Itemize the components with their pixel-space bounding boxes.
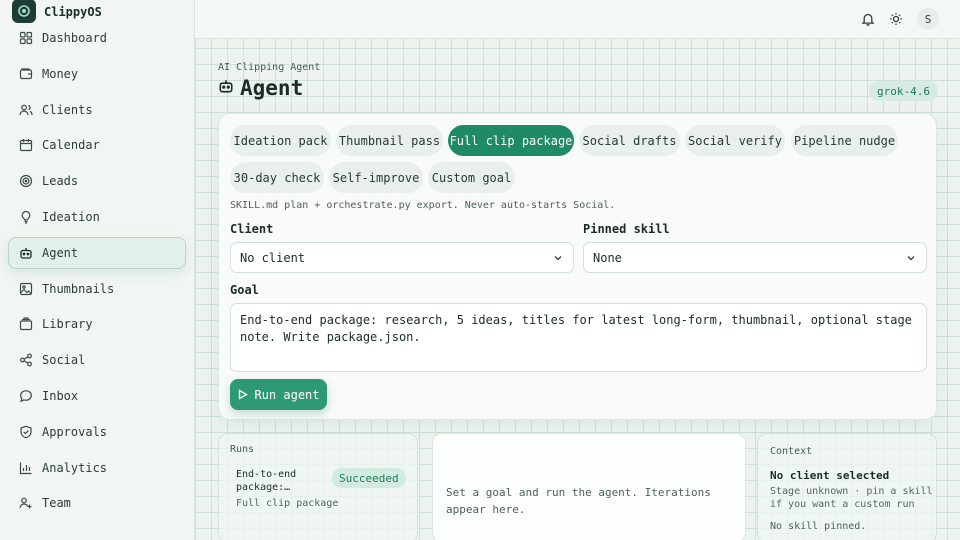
- sidebar-item-library[interactable]: Library: [8, 308, 186, 340]
- team-icon: [19, 496, 33, 510]
- sidebar-item-money[interactable]: Money: [8, 58, 186, 90]
- sidebar-item-label: Calendar: [42, 138, 100, 153]
- run-agent-label: Run agent: [254, 387, 320, 402]
- sidebar-item-label: Social: [42, 353, 86, 368]
- context-panel: Context No client selected Stage unknown…: [757, 433, 937, 540]
- pinned-skill-select[interactable]: None: [583, 242, 927, 273]
- library-icon: [19, 317, 33, 331]
- grid-icon: [19, 31, 33, 45]
- goal-textarea[interactable]: End-to-end package: research, 5 ideas, t…: [230, 303, 927, 372]
- top-bar: S: [195, 0, 960, 39]
- preset-chip[interactable]: 30-day check: [230, 162, 324, 193]
- wallet-icon: [19, 67, 33, 81]
- sidebar-item-social[interactable]: Social: [8, 344, 186, 376]
- target-icon: [19, 174, 33, 188]
- sidebar-item-label: Agent: [42, 245, 79, 260]
- shield-check-icon: [19, 425, 33, 439]
- sidebar-item-dashboard[interactable]: Dashboard: [8, 22, 186, 54]
- page-eyebrow: AI Clipping Agent: [218, 62, 321, 73]
- runs-panel: Runs End-to-end package:… Full clip pack…: [218, 433, 418, 540]
- client-label: Client: [230, 222, 274, 236]
- run-item-subtitle: Full clip package: [236, 498, 339, 509]
- preset-chip[interactable]: Social verify: [685, 125, 785, 156]
- sidebar-item-label: Library: [42, 317, 93, 332]
- bot-icon: [218, 78, 234, 98]
- sidebar-item-clients[interactable]: Clients: [8, 94, 186, 126]
- brand[interactable]: ClippyOS: [0, 0, 194, 24]
- pinned-skill-label: Pinned skill: [583, 222, 670, 236]
- goal-label: Goal: [230, 283, 259, 297]
- preset-chip[interactable]: Ideation pack: [230, 125, 331, 156]
- preset-chip-active[interactable]: Full clip package: [448, 125, 574, 156]
- page-title: Agent: [218, 76, 303, 100]
- context-skill: No skill pinned.: [770, 521, 867, 532]
- sidebar-item-agent[interactable]: Agent: [8, 236, 186, 269]
- sidebar-item-approvals[interactable]: Approvals: [8, 416, 186, 448]
- sidebar: ClippyOS Dashboard Money Clients Calenda…: [0, 0, 195, 540]
- avatar[interactable]: S: [917, 8, 939, 30]
- preset-chip[interactable]: Pipeline nudge: [791, 125, 898, 156]
- status-badge: Succeeded: [332, 468, 406, 488]
- run-item-title: End-to-end package:…: [236, 469, 297, 493]
- pinned-skill-value: None: [593, 250, 622, 265]
- calendar-icon: [19, 138, 33, 152]
- model-badge: grok-4.6: [869, 81, 938, 101]
- context-client: No client selected: [770, 469, 890, 482]
- sidebar-item-label: Team: [42, 496, 71, 511]
- chat-icon: [19, 389, 33, 403]
- runs-title: Runs: [230, 444, 255, 455]
- sidebar-item-ideation[interactable]: Ideation: [8, 201, 186, 233]
- sidebar-item-label: Approvals: [42, 424, 108, 439]
- preset-hint: SKILL.md plan + orchestrate.py export. N…: [230, 200, 616, 211]
- sidebar-item-label: Dashboard: [42, 31, 108, 45]
- run-agent-button[interactable]: Run agent: [230, 379, 327, 410]
- sidebar-item-label: Analytics: [42, 460, 108, 475]
- share-icon: [19, 353, 33, 367]
- iterations-empty-state: Set a goal and run the agent. Iterations…: [446, 486, 711, 516]
- sidebar-item-label: Money: [42, 66, 79, 81]
- lightbulb-icon: [19, 210, 33, 224]
- sidebar-nav: Dashboard Money Clients Calendar Leads I…: [8, 22, 186, 523]
- app-name: ClippyOS: [44, 5, 102, 19]
- client-select-value: No client: [240, 250, 306, 265]
- sidebar-item-label: Inbox: [42, 388, 79, 403]
- preset-chip[interactable]: Self-improve: [329, 162, 423, 193]
- play-icon: [237, 389, 249, 400]
- chevron-down-icon: [905, 252, 917, 264]
- sidebar-item-team[interactable]: Team: [8, 487, 186, 519]
- users-icon: [19, 103, 33, 117]
- sidebar-item-calendar[interactable]: Calendar: [8, 129, 186, 161]
- preset-chip[interactable]: Custom goal: [428, 162, 515, 193]
- sidebar-item-leads[interactable]: Leads: [8, 165, 186, 197]
- preset-chip[interactable]: Thumbnail pass: [336, 125, 443, 156]
- iterations-panel: Set a goal and run the agent. Iterations…: [432, 433, 746, 540]
- agent-config-card: Ideation pack Thumbnail pass Full clip p…: [218, 113, 937, 420]
- page-title-text: Agent: [240, 76, 304, 100]
- sidebar-item-label: Leads: [42, 174, 79, 189]
- sidebar-item-analytics[interactable]: Analytics: [8, 452, 186, 484]
- sun-icon[interactable]: [888, 11, 904, 27]
- bell-icon[interactable]: [860, 11, 876, 27]
- logo-icon: [12, 0, 36, 23]
- preset-chip[interactable]: Social drafts: [579, 125, 680, 156]
- image-icon: [19, 282, 33, 296]
- bar-chart-icon: [19, 461, 33, 475]
- context-description: Stage unknown · pin a skill if you want …: [770, 486, 933, 510]
- context-title: Context: [770, 446, 813, 457]
- sidebar-item-label: Ideation: [42, 209, 100, 224]
- sidebar-item-label: Clients: [42, 102, 93, 117]
- sidebar-item-label: Thumbnails: [42, 281, 115, 296]
- sidebar-item-thumbnails[interactable]: Thumbnails: [8, 273, 186, 305]
- main-content: S AI Clipping Agent Agent grok-4.6 Ideat…: [195, 0, 960, 540]
- bot-icon: [19, 246, 33, 260]
- client-select[interactable]: No client: [230, 242, 574, 273]
- sidebar-item-inbox[interactable]: Inbox: [8, 380, 186, 412]
- chevron-down-icon: [552, 252, 564, 264]
